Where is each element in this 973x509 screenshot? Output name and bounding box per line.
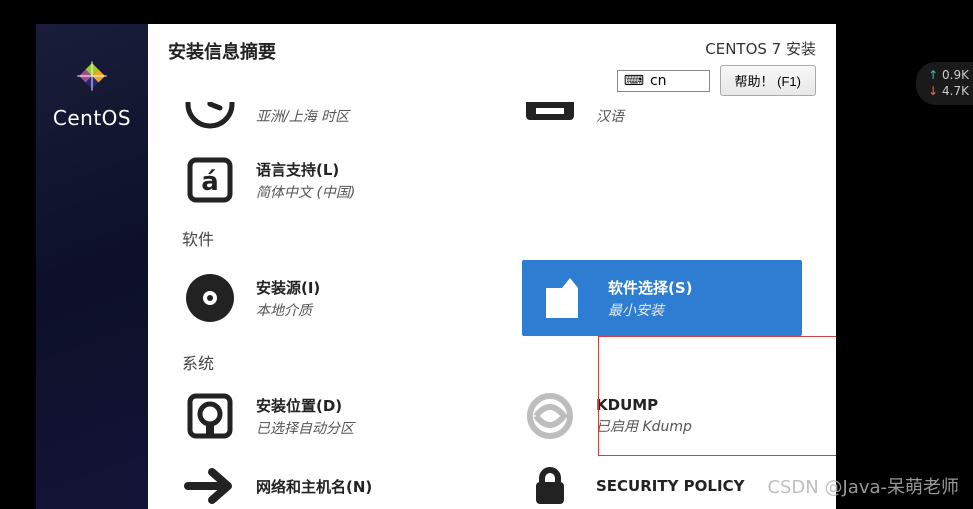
spoke-language[interactable]: á 语言支持(L) 简体中文 (中国) bbox=[182, 148, 462, 212]
datetime-title: 日期和时间(T) bbox=[256, 102, 355, 104]
software-title: 软件选择(S) bbox=[608, 277, 693, 298]
page-title: 安装信息摘要 bbox=[168, 38, 276, 64]
spoke-software-selection[interactable]: 软件选择(S) 最小安装 bbox=[522, 260, 802, 336]
section-system: 系统 bbox=[182, 350, 802, 374]
keyboard-title: 键盘(K) bbox=[596, 102, 651, 104]
help-button[interactable]: 帮助！ (F1) bbox=[720, 65, 816, 96]
disc-icon bbox=[182, 270, 238, 326]
lock-icon bbox=[522, 458, 578, 509]
keyboard-layout-indicator[interactable]: ⌨ cn bbox=[617, 70, 710, 92]
language-title: 语言支持(L) bbox=[256, 159, 355, 180]
svg-text:á: á bbox=[201, 167, 219, 197]
spoke-network[interactable]: 网络和主机名(N) bbox=[182, 454, 462, 509]
security-title: SECURITY POLICY bbox=[596, 477, 744, 495]
centos-logo-icon bbox=[70, 54, 114, 98]
spoke-install-source[interactable]: 安装源(I) 本地介质 bbox=[182, 260, 462, 336]
network-icon bbox=[182, 458, 238, 509]
section-software: 软件 bbox=[182, 226, 802, 250]
keyboard-sub: 汉语 bbox=[596, 106, 651, 126]
product-name: CentOS bbox=[53, 106, 131, 130]
datetime-sub: 亚洲/上海 时区 bbox=[256, 106, 355, 126]
keyboard-large-icon bbox=[522, 102, 578, 132]
kdump-icon bbox=[522, 388, 578, 444]
language-sub: 简体中文 (中国) bbox=[256, 182, 355, 202]
net-upload: 0.9K bbox=[928, 68, 969, 84]
spoke-keyboard[interactable]: 键盘(K) 汉语 bbox=[522, 102, 802, 136]
language-icon: á bbox=[182, 152, 238, 208]
software-sub: 最小安装 bbox=[608, 300, 693, 320]
kdump-sub: 已启用 Kdump bbox=[596, 416, 692, 436]
dest-title: 安装位置(D) bbox=[256, 395, 354, 416]
watermark: CSDN @Java-呆萌老师 bbox=[767, 473, 959, 499]
disk-icon bbox=[182, 388, 238, 444]
page-subtitle: CENTOS 7 安装 bbox=[705, 38, 816, 59]
network-speed-widget: 0.9K 4.7K bbox=[916, 62, 973, 105]
spoke-kdump[interactable]: KDUMP 已启用 Kdump bbox=[522, 384, 802, 448]
clock-icon bbox=[182, 102, 238, 132]
keyboard-icon: ⌨ bbox=[624, 73, 644, 89]
spoke-datetime[interactable]: 日期和时间(T) 亚洲/上海 时区 bbox=[182, 102, 462, 136]
source-sub: 本地介质 bbox=[256, 300, 320, 320]
spoke-install-destination[interactable]: 安装位置(D) 已选择自动分区 bbox=[182, 384, 462, 448]
dest-sub: 已选择自动分区 bbox=[256, 418, 354, 438]
keyboard-layout-label: cn bbox=[650, 73, 667, 89]
spoke-security[interactable]: SECURITY POLICY bbox=[522, 454, 802, 509]
package-icon bbox=[534, 270, 590, 326]
source-title: 安装源(I) bbox=[256, 277, 320, 298]
net-download: 4.7K bbox=[928, 84, 969, 100]
network-title: 网络和主机名(N) bbox=[256, 476, 372, 497]
kdump-title: KDUMP bbox=[596, 396, 692, 414]
